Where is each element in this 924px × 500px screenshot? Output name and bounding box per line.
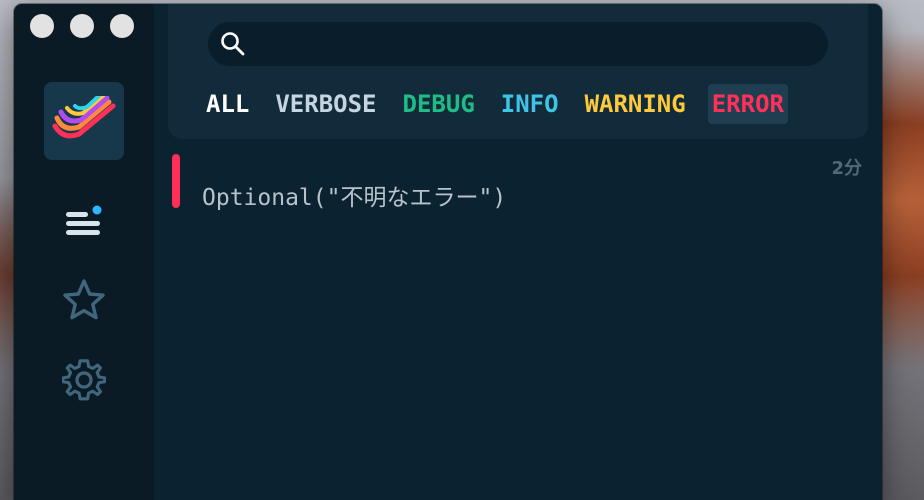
level-filter-warning[interactable]: WARNING [585,84,686,124]
search-input[interactable] [252,22,816,68]
sidebar [14,4,154,500]
level-filter-bar: ALL VERBOSE DEBUG INFO WARNING ERROR [206,84,788,124]
filter-panel: ALL VERBOSE DEBUG INFO WARNING ERROR [168,4,868,139]
search-bar[interactable] [208,22,828,68]
sidebar-item-logs[interactable] [58,196,110,248]
sidebar-item-favorites[interactable] [58,274,110,326]
log-entry[interactable]: Optional("不明なエラー") 2分 [172,154,862,211]
log-message: Optional("不明なエラー") [202,185,507,211]
sidebar-item-settings[interactable] [58,354,110,406]
search-icon [221,32,245,56]
gear-icon [62,359,106,401]
level-filter-error[interactable]: ERROR [707,84,788,124]
level-filter-debug[interactable]: DEBUG [403,84,475,124]
level-filter-all[interactable]: ALL [206,84,249,124]
level-filter-info[interactable]: INFO [501,84,559,124]
level-filter-verbose[interactable]: VERBOSE [275,84,376,124]
log-timestamp: 2分 [831,158,862,179]
log-level-indicator [172,154,180,208]
close-window-button[interactable] [30,14,54,38]
star-icon [63,279,105,320]
zoom-window-button[interactable] [110,14,134,38]
main-area: ALL VERBOSE DEBUG INFO WARNING ERROR Opt… [154,4,882,500]
minimize-window-button[interactable] [70,14,94,38]
list-lines-icon [66,205,102,235]
app-logo[interactable] [44,82,124,160]
window-controls [30,14,134,38]
app-window: ALL VERBOSE DEBUG INFO WARNING ERROR Opt… [14,4,882,500]
rainbow-streak-logo-icon [52,96,116,139]
